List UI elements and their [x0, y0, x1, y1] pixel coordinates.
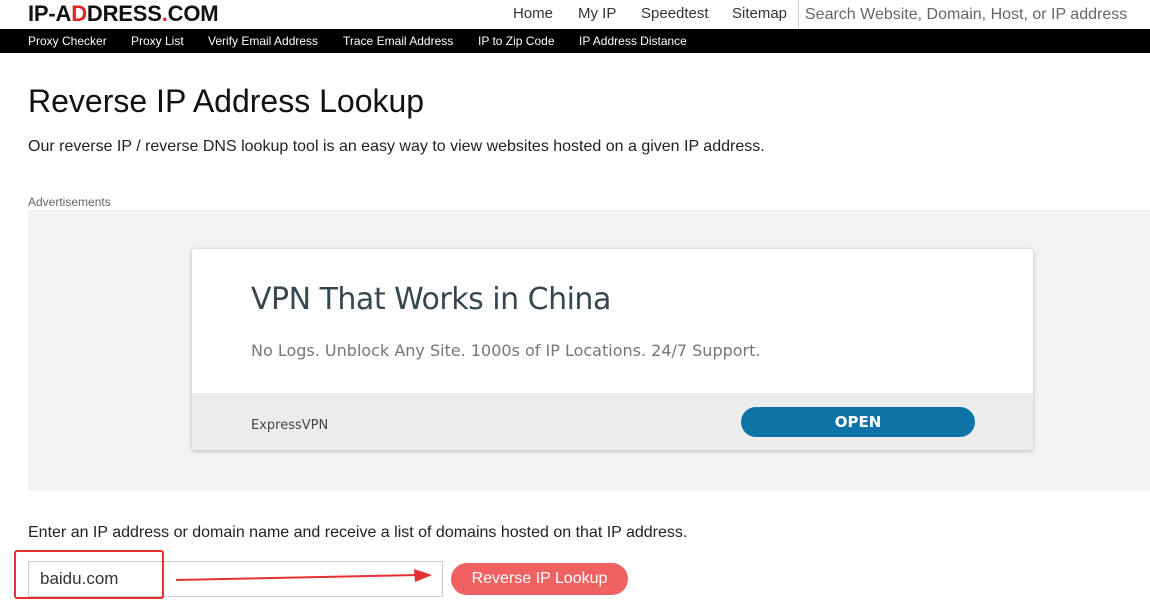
reverse-ip-lookup-button[interactable]: Reverse IP Lookup: [451, 563, 628, 595]
site-logo[interactable]: IP-ADDRESS.COM: [28, 1, 219, 27]
ad-container: VPN That Works in China No Logs. Unblock…: [28, 210, 1150, 490]
subnav-trace-email[interactable]: Trace Email Address: [343, 34, 453, 48]
ad-headline[interactable]: VPN That Works in China: [251, 282, 611, 317]
ad-description: No Logs. Unblock Any Site. 1000s of IP L…: [251, 341, 761, 360]
logo-strike-letter: D: [71, 1, 87, 26]
annotation-highlight-box: [14, 550, 164, 599]
subnav-verify-email[interactable]: Verify Email Address: [208, 34, 318, 48]
page-title: Reverse IP Address Lookup: [28, 83, 425, 119]
subnav-proxy-list[interactable]: Proxy List: [131, 34, 184, 48]
subnav-ip-distance[interactable]: IP Address Distance: [579, 34, 687, 48]
logo-text-3: COM: [167, 1, 219, 26]
nav-home[interactable]: Home: [513, 5, 553, 22]
intro-text: Our reverse IP / reverse DNS lookup tool…: [28, 138, 765, 155]
nav-speedtest[interactable]: Speedtest: [641, 5, 709, 22]
logo-text-2: DRESS: [86, 1, 162, 26]
secondary-nav: Proxy Checker Proxy List Verify Email Ad…: [0, 29, 1150, 53]
subnav-proxy-checker[interactable]: Proxy Checker: [28, 34, 107, 48]
site-search-input[interactable]: [798, 0, 1150, 29]
ad-card[interactable]: VPN That Works in China No Logs. Unblock…: [192, 249, 1033, 450]
top-header: IP-ADDRESS.COM Home My IP Speedtest Site…: [0, 0, 1150, 29]
ad-open-button[interactable]: OPEN: [741, 407, 975, 437]
logo-text-1: IP-A: [28, 1, 72, 26]
ad-brand[interactable]: ExpressVPN: [251, 418, 328, 433]
ads-label: Advertisements: [28, 195, 111, 209]
ad-footer: ExpressVPN OPEN: [192, 393, 1033, 450]
nav-my-ip[interactable]: My IP: [578, 5, 616, 22]
nav-sitemap[interactable]: Sitemap: [732, 5, 787, 22]
lookup-instruction: Enter an IP address or domain name and r…: [28, 524, 688, 541]
subnav-ip-to-zip[interactable]: IP to Zip Code: [478, 34, 555, 48]
